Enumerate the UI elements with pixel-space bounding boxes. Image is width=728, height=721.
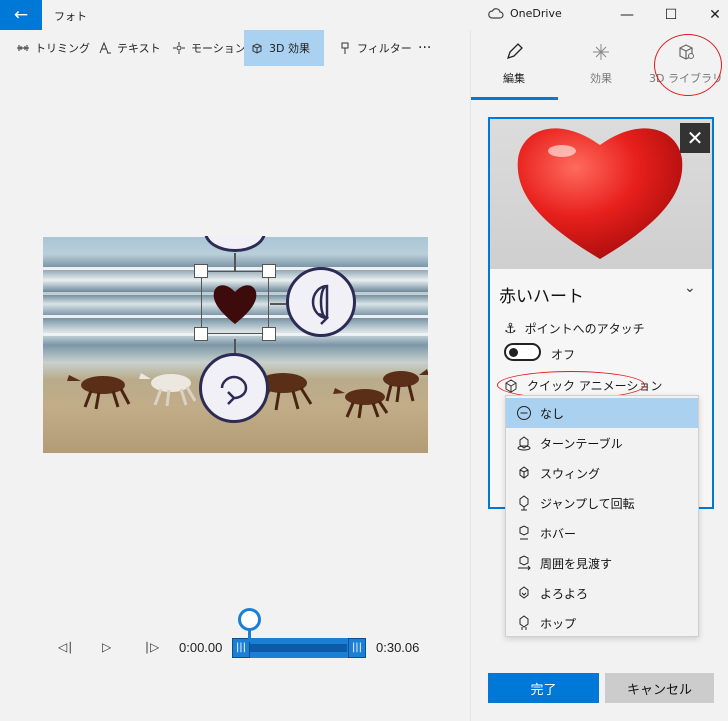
rotate-connector	[234, 253, 236, 271]
animation-option-label: ホバー	[540, 526, 577, 541]
hover-icon	[519, 525, 529, 540]
wobble-icon	[519, 586, 529, 599]
trim-button[interactable]: トリミング	[10, 30, 96, 66]
resize-handle-tl[interactable]	[194, 264, 208, 278]
animation-option-hover[interactable]: ホバー	[506, 518, 698, 548]
animation-option-look-around[interactable]: 周囲を見渡す	[506, 548, 698, 578]
remove-object-button[interactable]: ✕	[680, 123, 710, 153]
motion-button[interactable]: モーション	[166, 30, 252, 66]
onedrive-status[interactable]: OneDrive	[488, 7, 562, 20]
end-time: 0:30.06	[376, 640, 420, 655]
effects-3d-button[interactable]: 3D 効果	[244, 30, 324, 66]
back-arrow-icon: ←	[13, 5, 29, 25]
play-icon: ▷	[102, 640, 112, 654]
animation-option-label: ジャンプして回転	[540, 496, 635, 511]
red-heart-image	[517, 128, 683, 259]
look-around-icon	[518, 555, 531, 571]
effects-3d-label: 3D 効果	[269, 42, 310, 55]
resize-handle-br[interactable]	[262, 327, 276, 341]
heart-object[interactable]	[210, 280, 260, 326]
anchor-icon: ⚓	[504, 320, 517, 337]
playhead-knob[interactable]	[238, 608, 261, 631]
animation-option-label: ターンテーブル	[540, 436, 623, 451]
object-thumbnail: ✕	[490, 119, 712, 269]
motion-icon	[173, 42, 185, 54]
bottom-rotate-handle[interactable]	[199, 353, 269, 423]
text-label: テキスト	[117, 42, 161, 55]
cloud-icon	[488, 8, 504, 19]
timeline-range	[249, 644, 347, 652]
side-rotate-handle[interactable]	[286, 267, 356, 337]
animation-option-none[interactable]: なし	[506, 398, 698, 428]
animation-option-label: よろよろ	[540, 586, 589, 601]
app-title: フォト	[54, 10, 87, 23]
text-icon	[99, 41, 111, 54]
object-name: 赤いハート	[499, 287, 584, 307]
resize-handle-tr[interactable]	[262, 264, 276, 278]
animation-option-wobble[interactable]: よろよろ	[506, 578, 698, 608]
maximize-button[interactable]: ☐	[648, 0, 694, 30]
jump-spin-icon	[519, 495, 529, 511]
minus-circle-icon	[517, 406, 531, 420]
play-button[interactable]: ▷	[102, 640, 111, 654]
tab-edit-label: 編集	[503, 72, 525, 85]
animation-option-swing[interactable]: スウィング	[506, 458, 698, 488]
rotate-z-icon	[220, 375, 248, 405]
motion-label: モーション	[191, 42, 246, 55]
rotate-connector	[270, 303, 286, 305]
close-window-button[interactable]: ✕	[692, 0, 728, 30]
attach-point-row: ⚓ ポイントへのアタッチ	[504, 320, 645, 337]
next-frame-button[interactable]: ∣▷	[144, 640, 159, 654]
active-tab-indicator	[471, 97, 558, 100]
next-frame-icon: ∣▷	[144, 640, 160, 654]
animation-option-label: ホップ	[540, 616, 577, 631]
filter-icon	[341, 42, 349, 54]
trim-icon	[17, 45, 29, 51]
tab-effects[interactable]: 効果	[558, 42, 644, 86]
annotation-circle	[654, 34, 722, 96]
animation-option-label: なし	[540, 406, 565, 421]
attach-label: ポイントへのアタッチ	[524, 322, 645, 336]
filter-button[interactable]: フィルター	[332, 30, 418, 66]
back-button[interactable]: ←	[0, 0, 42, 30]
sparkle-icon	[593, 44, 609, 60]
start-time: 0:00.00	[179, 640, 223, 655]
title-bar: ← フォト OneDrive — ☐ ✕	[0, 0, 728, 30]
animation-option-jump-spin[interactable]: ジャンプして回転	[506, 488, 698, 518]
tab-effects-label: 効果	[590, 72, 612, 85]
animation-option-label: スウィング	[540, 466, 601, 481]
effects-3d-icon	[252, 43, 262, 54]
turntable-icon	[517, 436, 531, 451]
attach-toggle[interactable]	[504, 343, 541, 361]
trim-end-handle[interactable]: |||	[348, 638, 366, 658]
animation-option-hop[interactable]: ホップ	[506, 608, 698, 638]
top-rotate-handle[interactable]	[204, 236, 266, 252]
editor-toolbar: トリミング テキスト モーション 3D 効果 フィルター ···	[0, 30, 470, 66]
minimize-button[interactable]: —	[604, 0, 650, 30]
hop-icon	[519, 615, 529, 630]
animation-dropdown[interactable]: なし ターンテーブル スウィング ジャンプして回転 ホバー 周囲を見渡す よろよ…	[505, 395, 699, 637]
tab-edit[interactable]: 編集	[471, 42, 557, 86]
animation-option-turntable[interactable]: ターンテーブル	[506, 428, 698, 458]
prev-frame-icon: ◁∣	[58, 640, 74, 654]
more-icon: ···	[418, 40, 432, 56]
close-icon: ✕	[686, 126, 704, 150]
cancel-button[interactable]: キャンセル	[605, 673, 714, 703]
filter-label: フィルター	[357, 42, 412, 55]
rotate-y-icon	[311, 284, 330, 325]
animation-option-label: 周囲を見渡す	[540, 556, 613, 571]
onedrive-label: OneDrive	[510, 7, 562, 20]
resize-handle-bl[interactable]	[194, 327, 208, 341]
pencil-icon	[506, 43, 523, 60]
done-button[interactable]: 完了	[488, 673, 599, 703]
more-button[interactable]: ···	[412, 30, 437, 66]
chevron-down-icon[interactable]: ⌄	[684, 280, 696, 296]
trim-label: トリミング	[35, 42, 90, 55]
toggle-state-label: オフ	[551, 348, 576, 362]
text-button[interactable]: テキスト	[92, 30, 167, 66]
swing-icon	[519, 466, 529, 479]
prev-frame-button[interactable]: ◁∣	[58, 640, 73, 654]
